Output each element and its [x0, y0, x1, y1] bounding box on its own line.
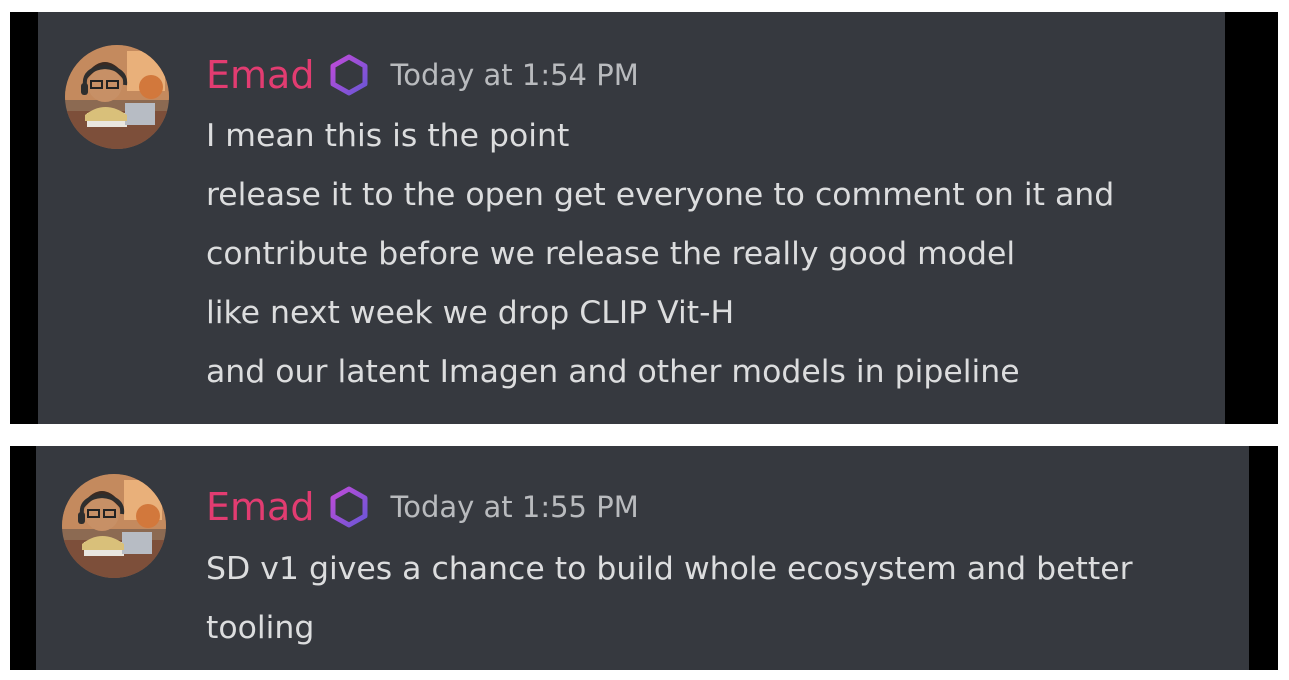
message-line: release it to the open get everyone to c… — [206, 177, 1115, 213]
message-panel-2: Emad Today at 1:55 PM SD v1 gives a chan… — [10, 446, 1278, 670]
message-1: Emad Today at 1:54 PM I mean this is the… — [38, 12, 1225, 424]
timestamp: Today at 1:54 PM — [390, 57, 639, 92]
message-2: Emad Today at 1:55 PM SD v1 gives a chan… — [36, 446, 1249, 670]
message-line: like next week we drop CLIP Vit-H — [206, 295, 735, 331]
message-content: SD v1 gives a chance to build whole ecos… — [206, 540, 1133, 658]
avatar-icon[interactable] — [65, 45, 169, 149]
message-header: Emad Today at 1:54 PM — [206, 54, 639, 96]
hexagon-role-icon[interactable] — [328, 54, 370, 96]
username[interactable]: Emad — [206, 488, 314, 526]
message-line: tooling — [206, 610, 315, 646]
message-header: Emad Today at 1:55 PM — [206, 486, 639, 528]
timestamp: Today at 1:55 PM — [390, 489, 639, 524]
message-line: SD v1 gives a chance to build whole ecos… — [206, 551, 1133, 587]
message-line: contribute before we release the really … — [206, 236, 1016, 272]
message-line: and our latent Imagen and other models i… — [206, 354, 1020, 390]
avatar-icon[interactable] — [62, 474, 166, 578]
message-line: I mean this is the point — [206, 118, 570, 154]
message-content: I mean this is the point release it to t… — [206, 107, 1114, 402]
message-panel-1: Emad Today at 1:54 PM I mean this is the… — [10, 12, 1278, 424]
hexagon-role-icon[interactable] — [328, 486, 370, 528]
username[interactable]: Emad — [206, 56, 314, 94]
